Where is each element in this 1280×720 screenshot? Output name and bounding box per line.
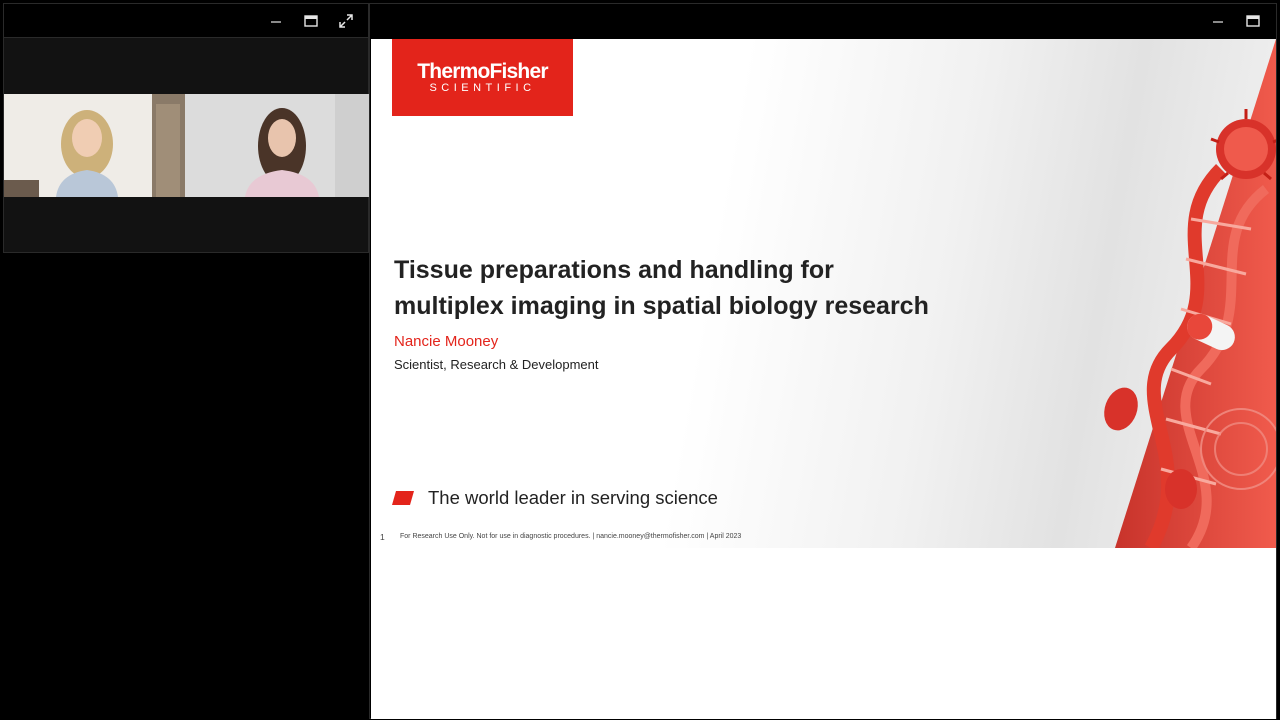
slide-title-line: Tissue preparations and handling for	[394, 256, 834, 284]
share-window-titlebar	[370, 4, 1276, 38]
presenter-name: Nancie Mooney	[394, 333, 499, 350]
participant-video-tile[interactable]	[4, 94, 185, 197]
presentation-slide: ThermoFisher SCIENTIFIC Tissue preparati…	[371, 39, 1276, 548]
dna-virus-illustration	[1104, 39, 1276, 548]
screen-share-window: ThermoFisher SCIENTIFIC Tissue preparati…	[369, 3, 1277, 719]
logo-wordmark: ThermoFisher	[417, 60, 548, 83]
presenter-role: Scientist, Research & Development	[394, 357, 599, 372]
tagline-mark-icon	[392, 491, 414, 505]
video-strip	[4, 94, 370, 197]
slide-title: Tissue preparations and handling for mul…	[394, 252, 1014, 324]
participant-video-tile[interactable]	[185, 94, 370, 197]
restore-window-icon[interactable]	[1242, 10, 1264, 32]
minimize-icon[interactable]	[265, 10, 287, 32]
tagline: The world leader in serving science	[428, 487, 718, 508]
shared-screen: ThermoFisher SCIENTIFIC Tissue preparati…	[371, 39, 1276, 719]
expand-icon[interactable]	[335, 10, 357, 32]
video-panel-titlebar	[4, 4, 368, 38]
slide-title-line: multiplex imaging in spatial biology res…	[394, 292, 929, 320]
slide-footer: For Research Use Only. Not for use in di…	[400, 533, 742, 540]
slide-number: 1	[380, 532, 385, 542]
brand-logo: ThermoFisher SCIENTIFIC	[392, 39, 573, 116]
participant-video-feed	[4, 94, 185, 197]
video-gallery-panel	[3, 3, 370, 253]
logo-subtitle: SCIENTIFIC	[429, 82, 536, 94]
participant-video-feed	[185, 94, 370, 197]
minimize-icon[interactable]	[1207, 10, 1229, 32]
restore-window-icon[interactable]	[300, 10, 322, 32]
